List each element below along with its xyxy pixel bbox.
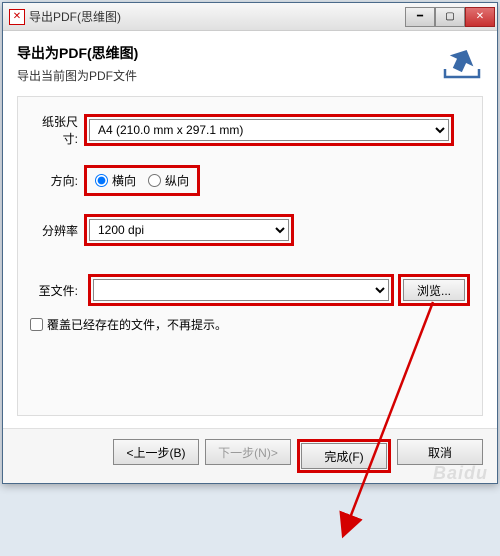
orientation-label: 方向: <box>30 172 84 189</box>
dialog-header: 导出为PDF(思维图) 导出当前图为PDF文件 <box>3 31 497 96</box>
file-path-input[interactable] <box>93 279 389 301</box>
window-title: 导出PDF(思维图) <box>29 8 405 25</box>
paper-size-select[interactable]: A4 (210.0 mm x 297.1 mm) <box>89 119 449 141</box>
export-icon <box>441 43 483 81</box>
overwrite-checkbox[interactable] <box>30 318 43 331</box>
dialog-title: 导出为PDF(思维图) <box>17 43 138 63</box>
paper-size-label: 纸张尺寸: <box>30 113 84 147</box>
dialog-footer: <上一步(B) 下一步(N)> 完成(F) 取消 <box>3 428 497 483</box>
finish-button[interactable]: 完成(F) <box>301 443 387 469</box>
watermark: Baidu <box>433 463 488 484</box>
dialog-subtitle: 导出当前图为PDF文件 <box>17 67 138 84</box>
prev-button[interactable]: <上一步(B) <box>113 439 199 465</box>
minimize-button[interactable]: ━ <box>405 7 435 27</box>
titlebar: ✕ 导出PDF(思维图) ━ ▢ ✕ <box>3 3 497 31</box>
portrait-radio-input[interactable] <box>148 174 161 187</box>
file-label: 至文件: <box>30 282 84 299</box>
dialog-window: ✕ 导出PDF(思维图) ━ ▢ ✕ 导出为PDF(思维图) 导出当前图为PDF… <box>2 2 498 484</box>
app-icon: ✕ <box>9 9 25 25</box>
close-button[interactable]: ✕ <box>465 7 495 27</box>
window-controls: ━ ▢ ✕ <box>405 7 495 27</box>
landscape-radio-input[interactable] <box>95 174 108 187</box>
browse-button[interactable]: 浏览... <box>403 279 465 301</box>
orientation-portrait-radio[interactable]: 纵向 <box>148 172 189 189</box>
next-button: 下一步(N)> <box>205 439 291 465</box>
dpi-select[interactable]: 1200 dpi <box>89 219 289 241</box>
dpi-label: 分辨率 <box>30 222 84 239</box>
cancel-button[interactable]: 取消 <box>397 439 483 465</box>
dialog-content: 纸张尺寸: A4 (210.0 mm x 297.1 mm) 方向: 横向 <box>3 96 497 428</box>
maximize-button[interactable]: ▢ <box>435 7 465 27</box>
overwrite-label: 覆盖已经存在的文件，不再提示。 <box>47 316 227 333</box>
form-section: 纸张尺寸: A4 (210.0 mm x 297.1 mm) 方向: 横向 <box>17 96 483 416</box>
orientation-landscape-radio[interactable]: 横向 <box>95 172 136 189</box>
